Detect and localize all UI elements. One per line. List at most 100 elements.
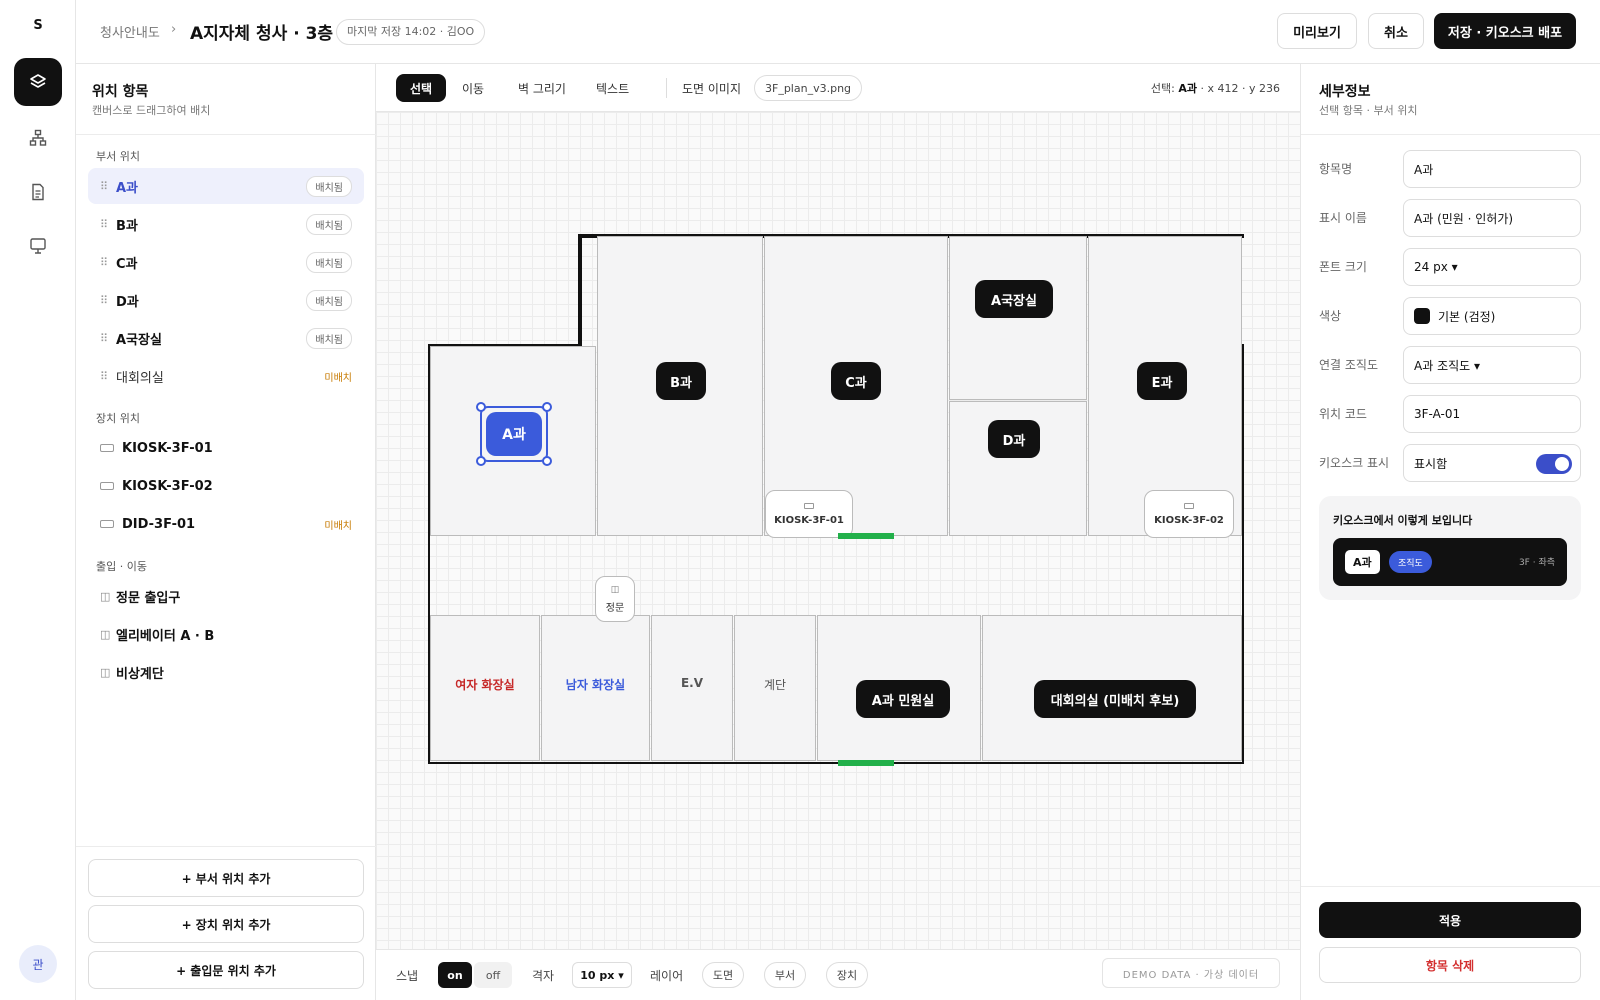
org-chart-nav-button[interactable]	[14, 114, 62, 162]
add-dept-location-button[interactable]: + 부서 위치 추가	[88, 859, 364, 897]
item-label: 정문 출입구	[116, 590, 181, 606]
item-label: B과	[116, 218, 138, 234]
label-ev[interactable]: E.V	[651, 676, 733, 690]
layer-dept-chip[interactable]: 부서	[764, 962, 806, 988]
preview-location: 3F · 좌측	[1518, 558, 1555, 568]
kiosk-preview: A과 조직도 3F · 좌측	[1333, 538, 1567, 586]
label-room-e[interactable]: E과	[1137, 362, 1187, 400]
snap-on-toggle[interactable]: on	[438, 962, 472, 988]
list-item-dept-b[interactable]: ⠿ B과 배치됨	[88, 206, 364, 242]
apply-button[interactable]: 적용	[1319, 902, 1581, 938]
door-icon: ◫	[100, 665, 111, 679]
snap-off-toggle[interactable]: off	[474, 962, 512, 988]
kiosk-icon	[1184, 502, 1194, 509]
add-entrance-location-button[interactable]: + 출입문 위치 추가	[88, 951, 364, 989]
label-room-c[interactable]: C과	[831, 362, 881, 400]
label-room-a-director[interactable]: A국장실	[975, 280, 1053, 318]
left-rail: S 관	[0, 0, 76, 1000]
item-label: 엘리베이터 A · B	[116, 628, 215, 644]
breadcrumb[interactable]: 청사안내도	[100, 22, 160, 41]
color-value: 기본 (검정)	[1438, 309, 1496, 324]
kiosk-device-icon	[100, 444, 114, 452]
drag-handle-icon[interactable]: ⠿	[100, 332, 116, 345]
breadcrumb-separator: ›	[171, 22, 177, 37]
list-item-did-01[interactable]: DID-3F-01 미배치	[88, 506, 364, 542]
label-women-restroom[interactable]: 여자 화장실	[430, 676, 540, 693]
color-select[interactable]: 기본 (검정)	[1403, 297, 1581, 335]
resize-handle[interactable]	[542, 456, 552, 466]
list-item-dept-director[interactable]: ⠿ A국장실 배치됨	[88, 320, 364, 356]
label-conference[interactable]: 대회의실 (미배치 후보)	[1034, 680, 1196, 718]
drag-handle-icon[interactable]: ⠿	[100, 180, 116, 193]
layer-plan-chip[interactable]: 도면	[702, 962, 744, 988]
door-label: 정문	[605, 602, 625, 614]
demo-data-watermark: DEMO DATA · 가상 데이터	[1102, 958, 1280, 988]
field-label-name: 항목명	[1319, 162, 1353, 176]
list-item-dept-a[interactable]: ⠿ A과 배치됨	[88, 168, 364, 204]
list-item-dept-d[interactable]: ⠿ D과 배치됨	[88, 282, 364, 318]
grid-size-select[interactable]: 10 px ▾	[572, 962, 632, 988]
cancel-button[interactable]: 취소	[1368, 13, 1424, 49]
list-item-elevator[interactable]: ◫ 엘리베이터 A · B	[88, 616, 364, 652]
org-chart-select[interactable]: A과 조직도 ▾	[1403, 346, 1581, 384]
delete-item-button[interactable]: 항목 삭제	[1319, 947, 1581, 983]
preview-button[interactable]: 미리보기	[1277, 13, 1357, 49]
item-label: C과	[116, 256, 138, 272]
drag-handle-icon[interactable]: ⠿	[100, 370, 116, 383]
label-men-restroom[interactable]: 남자 화장실	[541, 676, 650, 693]
label-room-b[interactable]: B과	[656, 362, 706, 400]
list-item-kiosk-02[interactable]: KIOSK-3F-02	[88, 468, 364, 504]
layers-nav-button[interactable]	[14, 58, 62, 106]
kiosk-device-icon	[100, 482, 114, 490]
user-avatar[interactable]: 관	[19, 945, 57, 983]
main-door-marker[interactable]: ◫ 정문	[595, 576, 635, 622]
list-item-emergency-stairs[interactable]: ◫ 비상계단	[88, 654, 364, 690]
label-room-a[interactable]: A과	[486, 412, 542, 456]
layer-device-chip[interactable]: 장치	[826, 962, 868, 988]
kiosk-3f-01-marker[interactable]: KIOSK-3F-01	[765, 490, 853, 538]
item-label: 비상계단	[116, 666, 164, 682]
room-a-director[interactable]	[949, 236, 1087, 400]
name-field[interactable]: A과	[1403, 150, 1581, 188]
list-item-main-entrance[interactable]: ◫ 정문 출입구	[88, 578, 364, 614]
canvas-bottom-bar: 스냅 on off 격자 10 px ▾ 레이어 도면 부서 장치 DEMO D…	[376, 949, 1300, 1000]
drag-handle-icon[interactable]: ⠿	[100, 256, 116, 269]
item-label: KIOSK-3F-02	[122, 478, 213, 494]
save-deploy-button[interactable]: 저장 · 키오스크 배포	[1434, 13, 1576, 49]
section-title-access: 출입 · 이동	[96, 560, 147, 573]
resize-handle[interactable]	[476, 456, 486, 466]
list-item-dept-conference[interactable]: ⠿ 대회의실 미배치	[88, 358, 364, 394]
item-label: DID-3F-01	[122, 516, 196, 532]
label-room-d[interactable]: D과	[988, 420, 1040, 458]
resize-handle[interactable]	[476, 402, 486, 412]
kiosk-display-toggle[interactable]	[1536, 454, 1572, 474]
field-label-org: 연결 조직도	[1319, 358, 1379, 372]
resize-handle[interactable]	[542, 402, 552, 412]
divider	[76, 846, 376, 847]
preview-name-chip: A과	[1345, 550, 1380, 574]
display-name-field[interactable]: A과 (민원 · 인허가)	[1403, 199, 1581, 237]
status-badge: 배치됨	[306, 213, 352, 235]
location-code-field[interactable]: 3F-A-01	[1403, 395, 1581, 433]
field-label-font: 폰트 크기	[1319, 260, 1367, 274]
field-label-code: 위치 코드	[1319, 407, 1367, 421]
kiosk-nav-button[interactable]	[14, 222, 62, 270]
layers-icon	[30, 74, 46, 88]
font-size-select[interactable]: 24 px ▾	[1403, 248, 1581, 286]
status-badge: 배치됨	[306, 327, 352, 349]
drag-handle-icon[interactable]: ⠿	[100, 218, 116, 231]
floorplan-canvas[interactable]: 선택 이동 벽 그리기 텍스트 도면 이미지 3F_plan_v3.png 선택…	[376, 64, 1300, 1000]
status-badge: 미배치	[324, 372, 352, 384]
door-icon: ◫	[610, 584, 620, 595]
kiosk-preview-card: 키오스크에서 이렇게 보입니다 A과 조직도 3F · 좌측	[1319, 496, 1581, 600]
drag-handle-icon[interactable]: ⠿	[100, 294, 116, 307]
list-item-kiosk-01[interactable]: KIOSK-3F-01	[88, 430, 364, 466]
document-nav-button[interactable]	[14, 168, 62, 216]
label-a-civil[interactable]: A과 민원실	[856, 680, 950, 718]
list-item-dept-c[interactable]: ⠿ C과 배치됨	[88, 244, 364, 280]
label-stairs[interactable]: 계단	[734, 676, 816, 693]
item-label: 대회의실	[116, 370, 164, 386]
kiosk-display-field: 표시함	[1403, 444, 1581, 482]
add-device-location-button[interactable]: + 장치 위치 추가	[88, 905, 364, 943]
kiosk-3f-02-marker[interactable]: KIOSK-3F-02	[1144, 490, 1234, 538]
